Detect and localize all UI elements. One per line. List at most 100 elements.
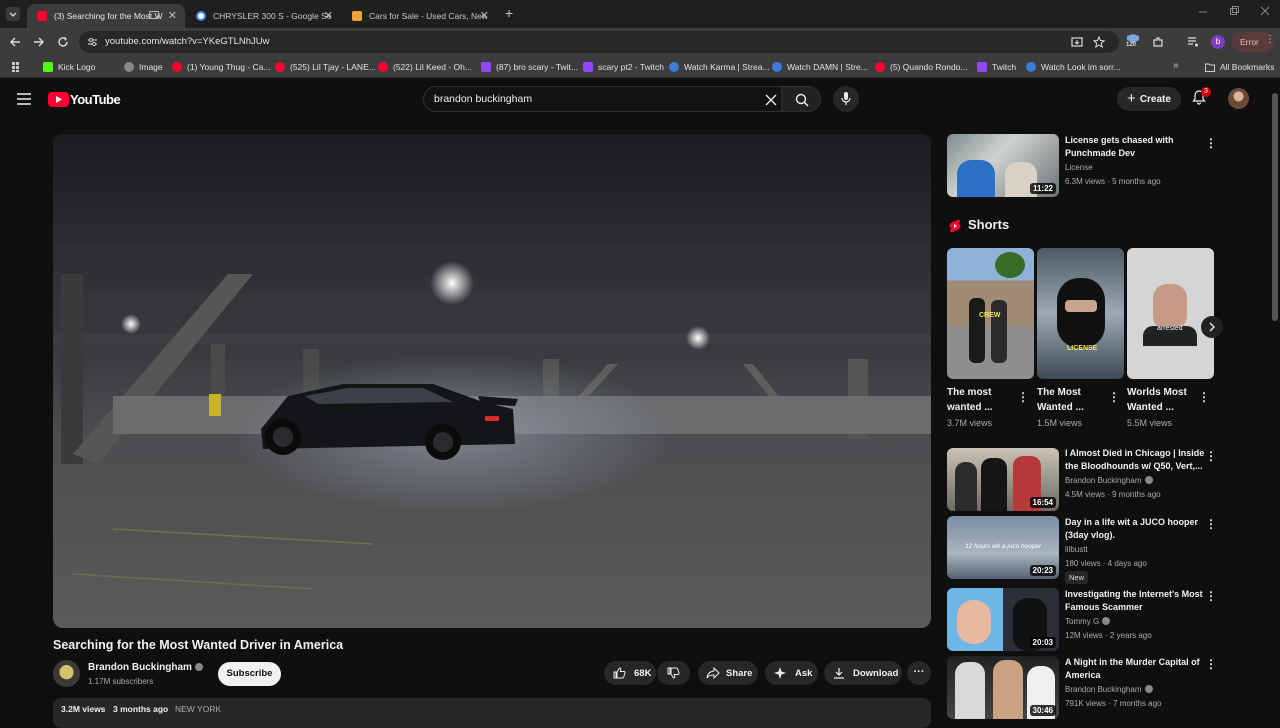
dislike-button[interactable]	[657, 661, 690, 685]
short-title[interactable]: Worlds Most Wanted ...	[1127, 385, 1197, 415]
channel-avatar[interactable]	[53, 660, 80, 687]
thumbnail-mugshot-face	[1153, 284, 1187, 330]
short-title[interactable]: The Most Wanted ...	[1037, 385, 1107, 415]
more-bookmarks-button[interactable]: »	[1173, 60, 1179, 71]
share-button[interactable]: Share	[698, 661, 758, 685]
ask-button[interactable]: Ask	[765, 661, 818, 685]
page-scrollbar[interactable]	[1270, 79, 1280, 720]
bookmark-item[interactable]: Twitch	[977, 60, 1016, 74]
related-video-channel[interactable]: Brandon Buckingham	[1065, 476, 1153, 485]
thumbnail-person	[957, 160, 995, 197]
tab-cars[interactable]: Cars for Sale - Used Cars, New ✕	[342, 4, 497, 28]
related-video-channel[interactable]: License	[1065, 163, 1093, 172]
short-thumbnail[interactable]: CREW	[947, 248, 1034, 379]
close-window-button[interactable]	[1260, 6, 1270, 16]
error-button[interactable]: Error ⋮	[1232, 32, 1275, 52]
related-video-channel[interactable]: lilbustt	[1065, 545, 1088, 554]
description-box[interactable]: 3.2M views 3 months ago NEW YORK	[53, 698, 931, 728]
related-video-title[interactable]: Investigating the Internet's Most Famous…	[1065, 588, 1205, 614]
bookmark-item[interactable]: (522) Lil Keed - Oh...	[378, 60, 472, 74]
close-tab-icon[interactable]: ✕	[168, 9, 177, 22]
youtube-icon	[172, 62, 182, 72]
close-tab-icon[interactable]: ✕	[324, 9, 333, 22]
short-menu-button[interactable]: ⋮	[1198, 390, 1210, 404]
related-video-channel[interactable]: Tommy G	[1065, 617, 1111, 626]
profile-avatar[interactable]: b	[1211, 35, 1225, 49]
extension-button[interactable]: 120	[1126, 34, 1140, 50]
video-menu-button[interactable]: ⋮	[1205, 136, 1217, 150]
extensions-puzzle-icon[interactable]	[1152, 36, 1164, 48]
reload-icon[interactable]	[57, 36, 69, 48]
scrollbar-thumb[interactable]	[1272, 93, 1278, 321]
like-button[interactable]: 68K	[604, 661, 656, 685]
related-video-title[interactable]: Day in a life wit a JUCO hooper (3day vl…	[1065, 516, 1205, 542]
clear-search-icon[interactable]	[765, 94, 777, 106]
bookmark-item[interactable]: (87) bro scary - Twit...	[481, 60, 578, 74]
media-control-icon[interactable]	[1187, 36, 1199, 48]
related-video-thumbnail[interactable]: 11:22	[947, 134, 1059, 197]
maximize-button[interactable]	[1229, 6, 1239, 16]
related-video-thumbnail[interactable]: 30:46	[947, 656, 1059, 719]
related-video-title[interactable]: A Night in the Murder Capital of America	[1065, 656, 1205, 682]
more-actions-button[interactable]: ···	[907, 661, 931, 685]
close-tab-icon[interactable]: ✕	[480, 9, 489, 22]
short-thumbnail[interactable]: LICENSE	[1037, 248, 1124, 379]
plus-icon: +	[1127, 90, 1136, 107]
notifications-button[interactable]: 3	[1192, 87, 1212, 108]
install-app-icon[interactable]	[1071, 36, 1083, 48]
error-label: Error	[1240, 37, 1259, 47]
bookmark-star-icon[interactable]	[1093, 36, 1105, 48]
youtube-logo[interactable]: YouTube	[48, 92, 121, 108]
hamburger-menu-icon[interactable]	[17, 93, 31, 105]
search-button[interactable]	[781, 86, 821, 112]
bookmark-item[interactable]: Kick Logo	[43, 60, 95, 74]
back-arrow-icon[interactable]	[9, 36, 21, 48]
bookmark-item[interactable]: Watch DAMN | Stre...	[772, 60, 868, 74]
bookmark-item[interactable]: (1) Young Thug - Ca...	[172, 60, 270, 74]
short-menu-button[interactable]: ⋮	[1017, 390, 1029, 404]
create-button[interactable]: + Create	[1117, 87, 1181, 111]
cast-icon	[149, 11, 159, 19]
video-menu-button[interactable]: ⋮	[1205, 657, 1217, 671]
address-bar[interactable]: youtube.com/watch?v=YKeGTLNhJUw	[79, 31, 1119, 53]
related-video-thumbnail[interactable]: 12 hours wit a juco hooper 20:23	[947, 516, 1059, 579]
minimize-button[interactable]	[1198, 6, 1208, 16]
bookmark-item[interactable]: Watch Look im sorr...	[1026, 60, 1121, 74]
video-menu-button[interactable]: ⋮	[1205, 517, 1217, 531]
tab-youtube[interactable]: (3) Searching for the Most W ✕	[27, 4, 185, 28]
download-button[interactable]: Download	[824, 661, 902, 685]
subscribe-button[interactable]: Subscribe	[218, 662, 281, 686]
tab-search-button[interactable]	[6, 7, 20, 21]
short-menu-button[interactable]: ⋮	[1108, 390, 1120, 404]
video-menu-button[interactable]: ⋮	[1205, 589, 1217, 603]
apps-grid-icon[interactable]	[12, 62, 22, 72]
video-player[interactable]	[53, 134, 931, 628]
search-input[interactable]: brandon buckingham	[434, 93, 532, 105]
video-menu-button[interactable]: ⋮	[1205, 449, 1217, 463]
tab-google[interactable]: CHRYSLER 300 S - Google Sear ✕	[186, 4, 341, 28]
search-box[interactable]: brandon buckingham	[423, 86, 789, 112]
short-thumbnail[interactable]: arrested	[1127, 248, 1214, 379]
bookmark-label: Twitch	[992, 62, 1017, 72]
related-video-thumbnail[interactable]: 16:54	[947, 448, 1059, 511]
bookmark-item[interactable]: (525) Lil Tjay - LANE...	[275, 60, 376, 74]
shorts-next-button[interactable]	[1201, 316, 1223, 338]
site-info-icon[interactable]	[87, 37, 98, 47]
related-video-title[interactable]: License gets chased with Punchmade Dev	[1065, 134, 1205, 160]
related-video-thumbnail[interactable]: 20:03	[947, 588, 1059, 651]
new-tab-button[interactable]: +	[505, 5, 513, 21]
bookmark-item[interactable]: Watch Karma | Strea...	[669, 60, 770, 74]
forward-arrow-icon[interactable]	[33, 36, 45, 48]
bookmark-item[interactable]: scary pt2 - Twitch	[583, 60, 664, 74]
all-bookmarks-button[interactable]: All Bookmarks	[1205, 60, 1274, 74]
related-video-channel[interactable]: Brandon Buckingham	[1065, 685, 1153, 694]
bookmark-item[interactable]: (5) Quando Rondo...	[875, 60, 968, 74]
channel-name[interactable]: Brandon Buckingham	[88, 662, 203, 673]
bookmark-item[interactable]: Image	[124, 60, 163, 74]
bookmark-label: Image	[139, 62, 163, 72]
related-video-title[interactable]: I Almost Died in Chicago | Inside the Bl…	[1065, 447, 1205, 473]
thumbs-down-icon	[667, 667, 680, 679]
account-avatar[interactable]	[1228, 88, 1249, 109]
voice-search-button[interactable]	[833, 86, 859, 112]
short-title[interactable]: The most wanted ...	[947, 385, 1017, 415]
